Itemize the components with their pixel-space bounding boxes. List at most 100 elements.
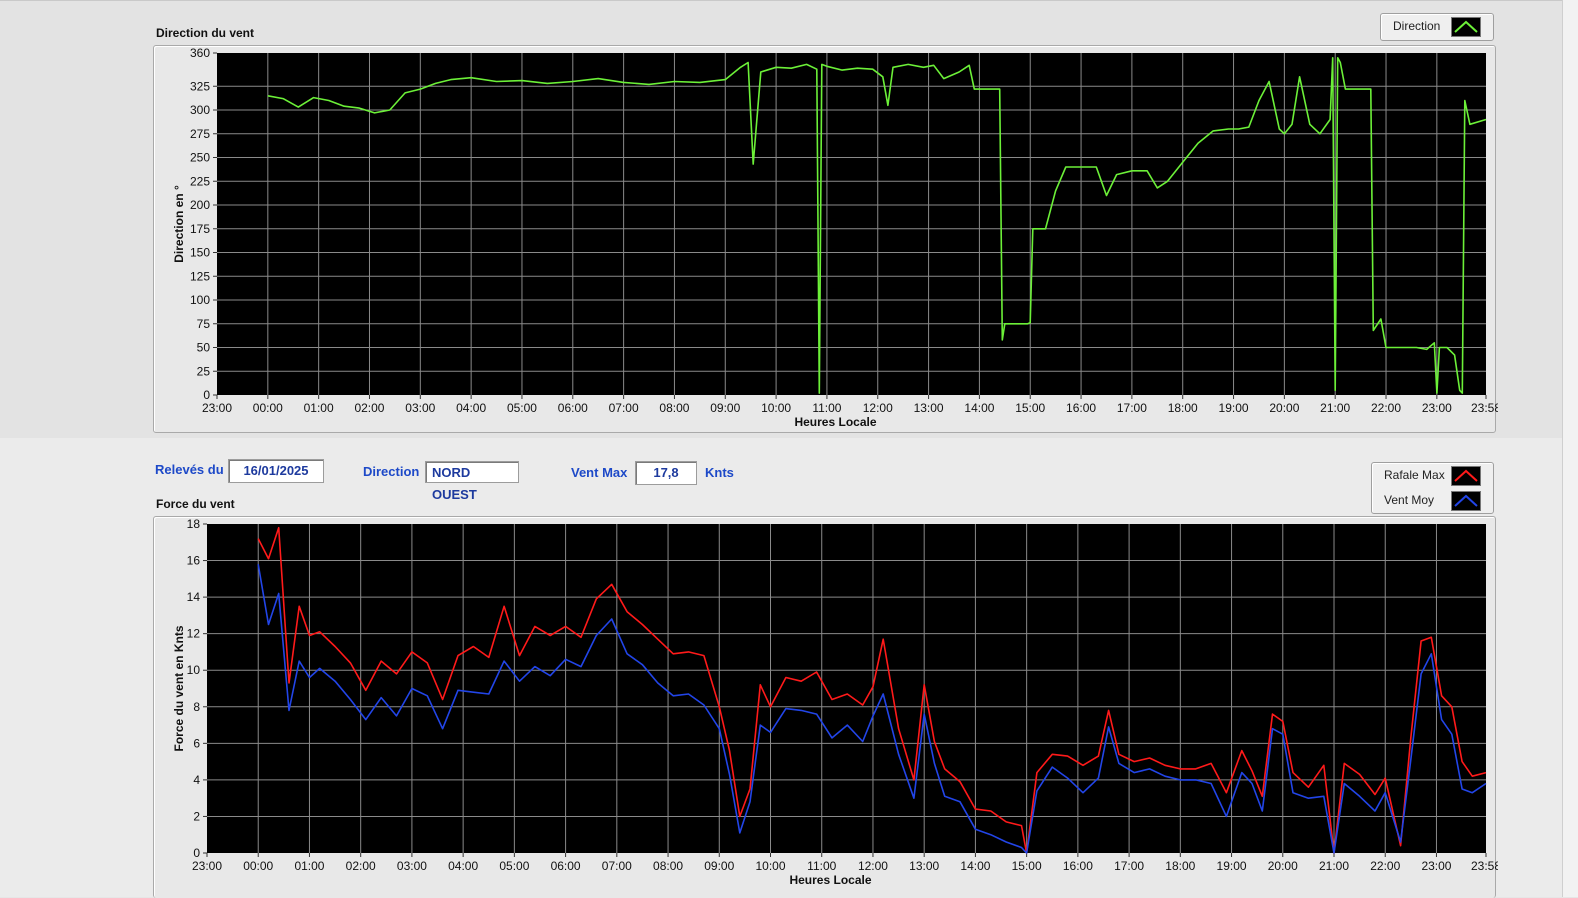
direction-ytick-label: 175 [190, 222, 210, 236]
force-xtick-label: 23:00 [192, 859, 222, 873]
force-xtick-label: 12:00 [858, 859, 888, 873]
legend-label-rafale: Rafale Max [1384, 468, 1445, 482]
direction-xtick-label: 23:58 [1471, 401, 1498, 415]
direction-panel-title: Direction du vent [156, 26, 255, 40]
force-xtick-label: 15:00 [1012, 859, 1042, 873]
direction-ytick-label: 75 [197, 317, 211, 331]
force-xtick-label: 19:00 [1217, 859, 1247, 873]
force-y-axis-title: Force du vent en Knts [172, 625, 186, 751]
force-ytick-label: 6 [193, 736, 200, 750]
force-xtick-label: 03:00 [397, 859, 427, 873]
legend-label-direction: Direction [1393, 19, 1441, 33]
direction-ytick-label: 225 [190, 174, 210, 188]
direction-ytick-label: 0 [203, 388, 210, 402]
direction-ytick-label: 200 [190, 198, 210, 212]
force-xtick-label: 02:00 [346, 859, 376, 873]
vent-max-label: Vent Max [571, 465, 628, 480]
direction-ytick-label: 125 [190, 269, 210, 283]
force-xtick-label: 23:00 [1421, 859, 1451, 873]
force-ytick-label: 14 [187, 590, 201, 604]
direction-xtick-label: 14:00 [964, 401, 994, 415]
force-xtick-label: 21:00 [1319, 859, 1349, 873]
direction-xtick-label: 10:00 [761, 401, 791, 415]
force-xtick-label: 00:00 [243, 859, 273, 873]
force-xtick-label: 17:00 [1114, 859, 1144, 873]
direction-xtick-label: 16:00 [1066, 401, 1096, 415]
direction-ytick-label: 50 [197, 341, 211, 355]
force-ytick-label: 2 [193, 809, 200, 823]
direction-xtick-label: 08:00 [659, 401, 689, 415]
force-xtick-label: 05:00 [499, 859, 529, 873]
direction-xtick-label: 13:00 [914, 401, 944, 415]
direction-xtick-label: 05:00 [507, 401, 537, 415]
force-xtick-label: 04:00 [448, 859, 478, 873]
direction-xtick-label: 03:00 [405, 401, 435, 415]
force-ytick-label: 0 [193, 846, 200, 860]
direction-xtick-label: 01:00 [304, 401, 334, 415]
direction-y-axis-title: Direction en ° [172, 185, 186, 263]
force-xtick-label: 09:00 [704, 859, 734, 873]
force-xtick-label: 14:00 [960, 859, 990, 873]
vent-max-unit: Knts [705, 465, 734, 480]
direction-xtick-label: 23:00 [1422, 401, 1452, 415]
force-xtick-label: 23:58 [1471, 859, 1498, 873]
force-xtick-label: 10:00 [755, 859, 785, 873]
legend-swatch-direction [1451, 17, 1481, 37]
direction-xtick-label: 17:00 [1117, 401, 1147, 415]
direction-legend[interactable]: Direction [1380, 13, 1494, 41]
force-xtick-label: 18:00 [1165, 859, 1195, 873]
legend-row-vent-moy[interactable]: Vent Moy [1372, 488, 1493, 512]
legend-row-rafale[interactable]: Rafale Max [1372, 463, 1493, 487]
direction-xtick-label: 19:00 [1219, 401, 1249, 415]
direction-xtick-label: 20:00 [1269, 401, 1299, 415]
direction-xtick-label: 04:00 [456, 401, 486, 415]
force-xtick-label: 11:00 [807, 859, 836, 873]
direction-ytick-label: 275 [190, 127, 210, 141]
date-field[interactable]: 16/01/2025 [228, 459, 324, 483]
force-ytick-label: 8 [193, 700, 200, 714]
direction-xtick-label: 06:00 [558, 401, 588, 415]
direction-ytick-label: 300 [190, 103, 210, 117]
direction-xtick-label: 12:00 [863, 401, 893, 415]
legend-swatch-rafale [1451, 466, 1481, 486]
force-ytick-label: 16 [187, 554, 201, 568]
direction-ytick-label: 150 [190, 246, 210, 260]
direction-ytick-label: 25 [197, 364, 211, 378]
direction-xtick-label: 18:00 [1168, 401, 1198, 415]
force-chart[interactable]: 23:00 00:00 01:00 02:00 03:00 04:00 05:00 06:00… [153, 516, 1498, 897]
date-label: Relevés du [155, 462, 224, 477]
direction-label: Direction [363, 464, 420, 479]
force-xtick-label: 07:00 [602, 859, 632, 873]
force-ytick-label: 12 [187, 627, 201, 641]
direction-chart[interactable]: 23:00 00:00 01:00 02:00 03:00 04:00 05:00 06:00… [153, 45, 1498, 437]
direction-xtick-label: 21:00 [1320, 401, 1350, 415]
direction-xtick-label: 00:00 [253, 401, 283, 415]
direction-xtick-label: 09:00 [710, 401, 740, 415]
force-xtick-label: 20:00 [1268, 859, 1298, 873]
legend-swatch-vent-moy [1451, 491, 1481, 511]
direction-xtick-label: 23:00 [202, 401, 232, 415]
force-legend[interactable]: Rafale Max Vent Moy [1371, 462, 1494, 514]
force-xtick-label: 13:00 [909, 859, 939, 873]
vent-max-field[interactable]: 17,8 [635, 461, 697, 485]
direction-xtick-label: 15:00 [1015, 401, 1045, 415]
force-ytick-label: 18 [187, 517, 201, 531]
legend-row-direction[interactable]: Direction [1381, 14, 1493, 38]
direction-xtick-label: 07:00 [609, 401, 639, 415]
legend-label-vent-moy: Vent Moy [1384, 493, 1435, 507]
force-panel-title: Force du vent [156, 497, 235, 511]
force-xtick-label: 08:00 [653, 859, 683, 873]
direction-ytick-label: 250 [190, 151, 210, 165]
force-xtick-label: 06:00 [551, 859, 581, 873]
force-xtick-label: 16:00 [1063, 859, 1093, 873]
force-xtick-label: 01:00 [294, 859, 324, 873]
force-ytick-label: 10 [187, 663, 201, 677]
force-plot-area [207, 524, 1486, 853]
right-edge [1562, 0, 1578, 897]
direction-ytick-label: 325 [190, 79, 210, 93]
direction-xtick-label: 11:00 [812, 401, 841, 415]
direction-ytick-label: 100 [190, 293, 210, 307]
force-xtick-label: 22:00 [1370, 859, 1400, 873]
direction-ytick-label: 360 [190, 46, 210, 60]
direction-field[interactable]: NORD OUEST [425, 461, 519, 502]
